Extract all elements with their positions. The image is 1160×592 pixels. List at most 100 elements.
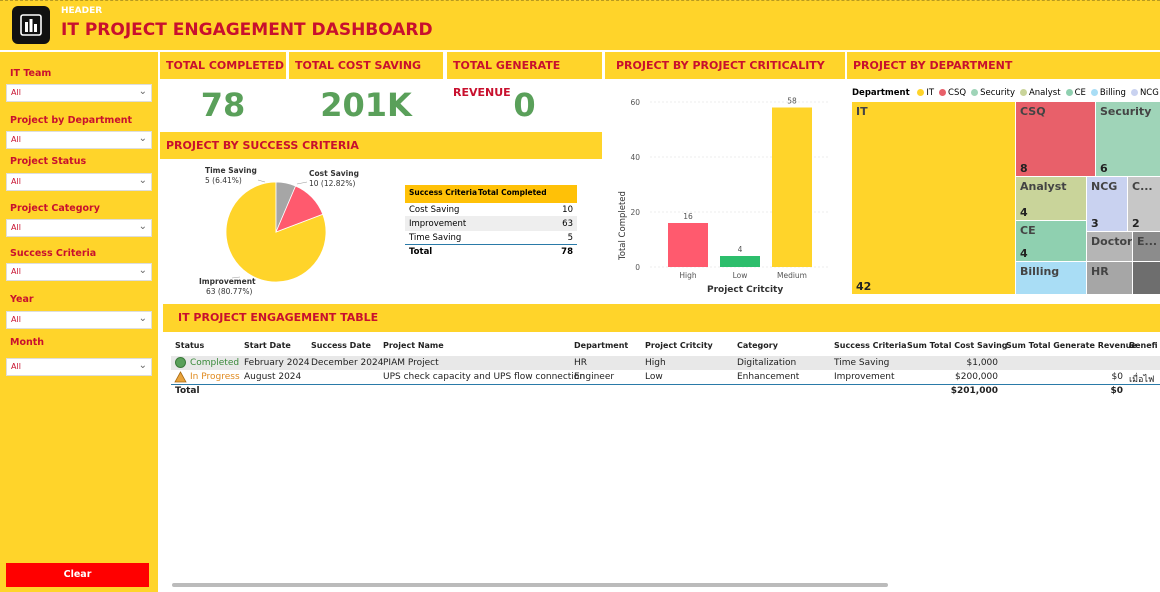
treemap-tile-hr[interactable]: HR xyxy=(1087,262,1132,294)
legend-swatch xyxy=(1130,89,1138,96)
table-row[interactable]: Time Saving 5 xyxy=(405,231,577,245)
cell-count: 63 xyxy=(562,219,573,229)
col-header-success-date[interactable]: Success Date xyxy=(311,341,371,350)
pie-label-improvement-value: 63 (80.77%) xyxy=(206,287,252,296)
cell-criticity: High xyxy=(645,358,666,368)
filter-value: All xyxy=(11,223,21,232)
tile-value: 6 xyxy=(1100,162,1108,175)
total-cost-saving: $201,000 xyxy=(950,386,998,396)
cell-cost-saving: $1,000 xyxy=(966,358,999,368)
cell-criteria: Time Saving xyxy=(409,233,462,243)
tile-value: 3 xyxy=(1091,217,1099,230)
col-header-cost-saving[interactable]: Sum Total Cost Saving xyxy=(907,341,1008,350)
tile-value: 8 xyxy=(1020,162,1028,175)
chevron-down-icon: ⌄ xyxy=(138,133,147,144)
header-total-completed: Total Completed xyxy=(478,188,547,197)
col-header-start-date[interactable]: Start Date xyxy=(244,341,291,350)
page-title: IT PROJECT ENGAGEMENT DASHBOARD xyxy=(61,20,433,40)
legend-swatch xyxy=(917,89,925,96)
kpi-cost-title: TOTAL COST SAVING xyxy=(289,52,443,79)
department-title: PROJECT BY DEPARTMENT xyxy=(847,52,1160,79)
legend-item-billing[interactable]: Billing xyxy=(1100,88,1126,98)
legend-item-analyst[interactable]: Analyst xyxy=(1029,88,1061,98)
filter-select-year[interactable]: All ⌄ xyxy=(6,311,152,329)
treemap-tile-e[interactable]: E... xyxy=(1133,232,1160,261)
treemap-tile-analyst[interactable]: Analyst 4 xyxy=(1016,177,1086,220)
treemap-tile-ncg[interactable]: NCG 3 xyxy=(1087,177,1127,231)
filter-select-it-team[interactable]: All ⌄ xyxy=(6,84,152,102)
cell-criteria: Improvement xyxy=(409,219,467,229)
tile-name: HR xyxy=(1091,265,1109,278)
filter-value: All xyxy=(11,177,21,186)
col-header-department[interactable]: Department xyxy=(574,341,628,350)
tile-name: Analyst xyxy=(1020,180,1067,193)
filter-label-it-team: IT Team xyxy=(10,68,52,79)
legend-item-ce[interactable]: CE xyxy=(1075,88,1086,98)
legend-item-security[interactable]: Security xyxy=(980,88,1015,98)
bar-high[interactable] xyxy=(668,223,708,267)
cell-count: 5 xyxy=(567,233,573,243)
legend-item-ncg[interactable]: NCG xyxy=(1140,88,1159,98)
tile-name: NCG xyxy=(1091,180,1118,193)
tile-value: 42 xyxy=(856,280,872,293)
filter-select-department[interactable]: All ⌄ xyxy=(6,131,152,149)
legend-swatch xyxy=(1019,89,1027,96)
legend-swatch xyxy=(1065,89,1073,96)
horizontal-scrollbar[interactable] xyxy=(172,583,888,587)
bar-data-label: 58 xyxy=(787,97,797,106)
treemap-tile-security[interactable]: Security 6 xyxy=(1096,102,1160,176)
success-criteria-table: Success Criteria Total Completed Cost Sa… xyxy=(405,185,577,259)
tile-value: 4 xyxy=(1020,247,1028,260)
treemap-tile-other[interactable] xyxy=(1133,262,1160,294)
treemap-tile-doctor[interactable]: Doctor xyxy=(1087,232,1132,261)
bar-data-label: 4 xyxy=(738,245,743,254)
cell-department: Engineer xyxy=(574,372,615,382)
treemap-tile-ce[interactable]: CE 4 xyxy=(1016,221,1086,261)
filter-select-month[interactable]: All ⌄ xyxy=(6,358,152,376)
criticality-bar-chart: Total Completed Project Critcity 0 20 40 60… xyxy=(618,97,830,295)
cell-revenue: $0 xyxy=(1111,372,1123,382)
table-row[interactable]: Improvement 63 xyxy=(405,217,577,231)
col-header-success-criteria[interactable]: Success Criteria xyxy=(834,341,907,350)
criticality-title: PROJECT BY PROJECT CRITICALITY xyxy=(605,52,845,79)
legend-item-csq[interactable]: CSQ xyxy=(948,88,966,98)
col-header-benefit[interactable]: Benefi xyxy=(1129,341,1158,350)
col-header-category[interactable]: Category xyxy=(737,341,778,350)
filter-select-status[interactable]: All ⌄ xyxy=(6,173,152,191)
treemap-tile-billing[interactable]: Billing xyxy=(1016,262,1086,294)
treemap-tile-it[interactable]: IT 42 xyxy=(852,102,1015,294)
clear-filters-button[interactable]: Clear xyxy=(6,563,149,587)
x-tick-label: Medium xyxy=(777,271,807,280)
kpi-completed-title: TOTAL COMPLETED xyxy=(160,52,286,79)
filter-value: All xyxy=(11,362,21,371)
bar-medium[interactable] xyxy=(772,107,812,268)
table-row[interactable]: Cost Saving 10 xyxy=(405,203,577,217)
y-tick-label: 40 xyxy=(630,153,640,162)
tile-name: E... xyxy=(1137,235,1158,248)
bar-low[interactable] xyxy=(720,256,760,267)
col-header-status[interactable]: Status xyxy=(175,341,204,350)
filter-value: All xyxy=(11,315,21,324)
treemap-tile-c[interactable]: C... 2 xyxy=(1128,177,1160,231)
tile-name: Billing xyxy=(1020,265,1060,278)
pie-label-time-name: Time Saving xyxy=(205,166,257,175)
pie-label-cost-value: 10 (12.82%) xyxy=(309,179,355,188)
chevron-down-icon: ⌄ xyxy=(138,175,147,186)
filter-select-category[interactable]: All ⌄ xyxy=(6,219,152,237)
cell-benefit: เมื่อไฟ xyxy=(1129,375,1155,385)
filter-value: All xyxy=(11,267,21,276)
col-header-criticity[interactable]: Project Critcity xyxy=(645,341,713,350)
treemap-tile-csq[interactable]: CSQ 8 xyxy=(1016,102,1095,176)
col-header-revenue[interactable]: Sum Total Generate Revenue xyxy=(1006,341,1137,350)
filter-select-success[interactable]: All ⌄ xyxy=(6,263,152,281)
chevron-down-icon: ⌄ xyxy=(138,360,147,371)
cell-criteria: Cost Saving xyxy=(409,205,460,215)
table-total-row: Total 78 xyxy=(405,245,577,259)
cell-status: In Progress xyxy=(190,372,240,382)
legend-swatch xyxy=(1090,89,1098,96)
cell-start-date: August 2024 xyxy=(244,372,302,382)
col-header-project-name[interactable]: Project Name xyxy=(383,341,444,350)
legend-item-it[interactable]: IT xyxy=(926,88,934,98)
cell-category: Enhancement xyxy=(737,372,800,382)
pie-leader-line xyxy=(296,181,308,185)
